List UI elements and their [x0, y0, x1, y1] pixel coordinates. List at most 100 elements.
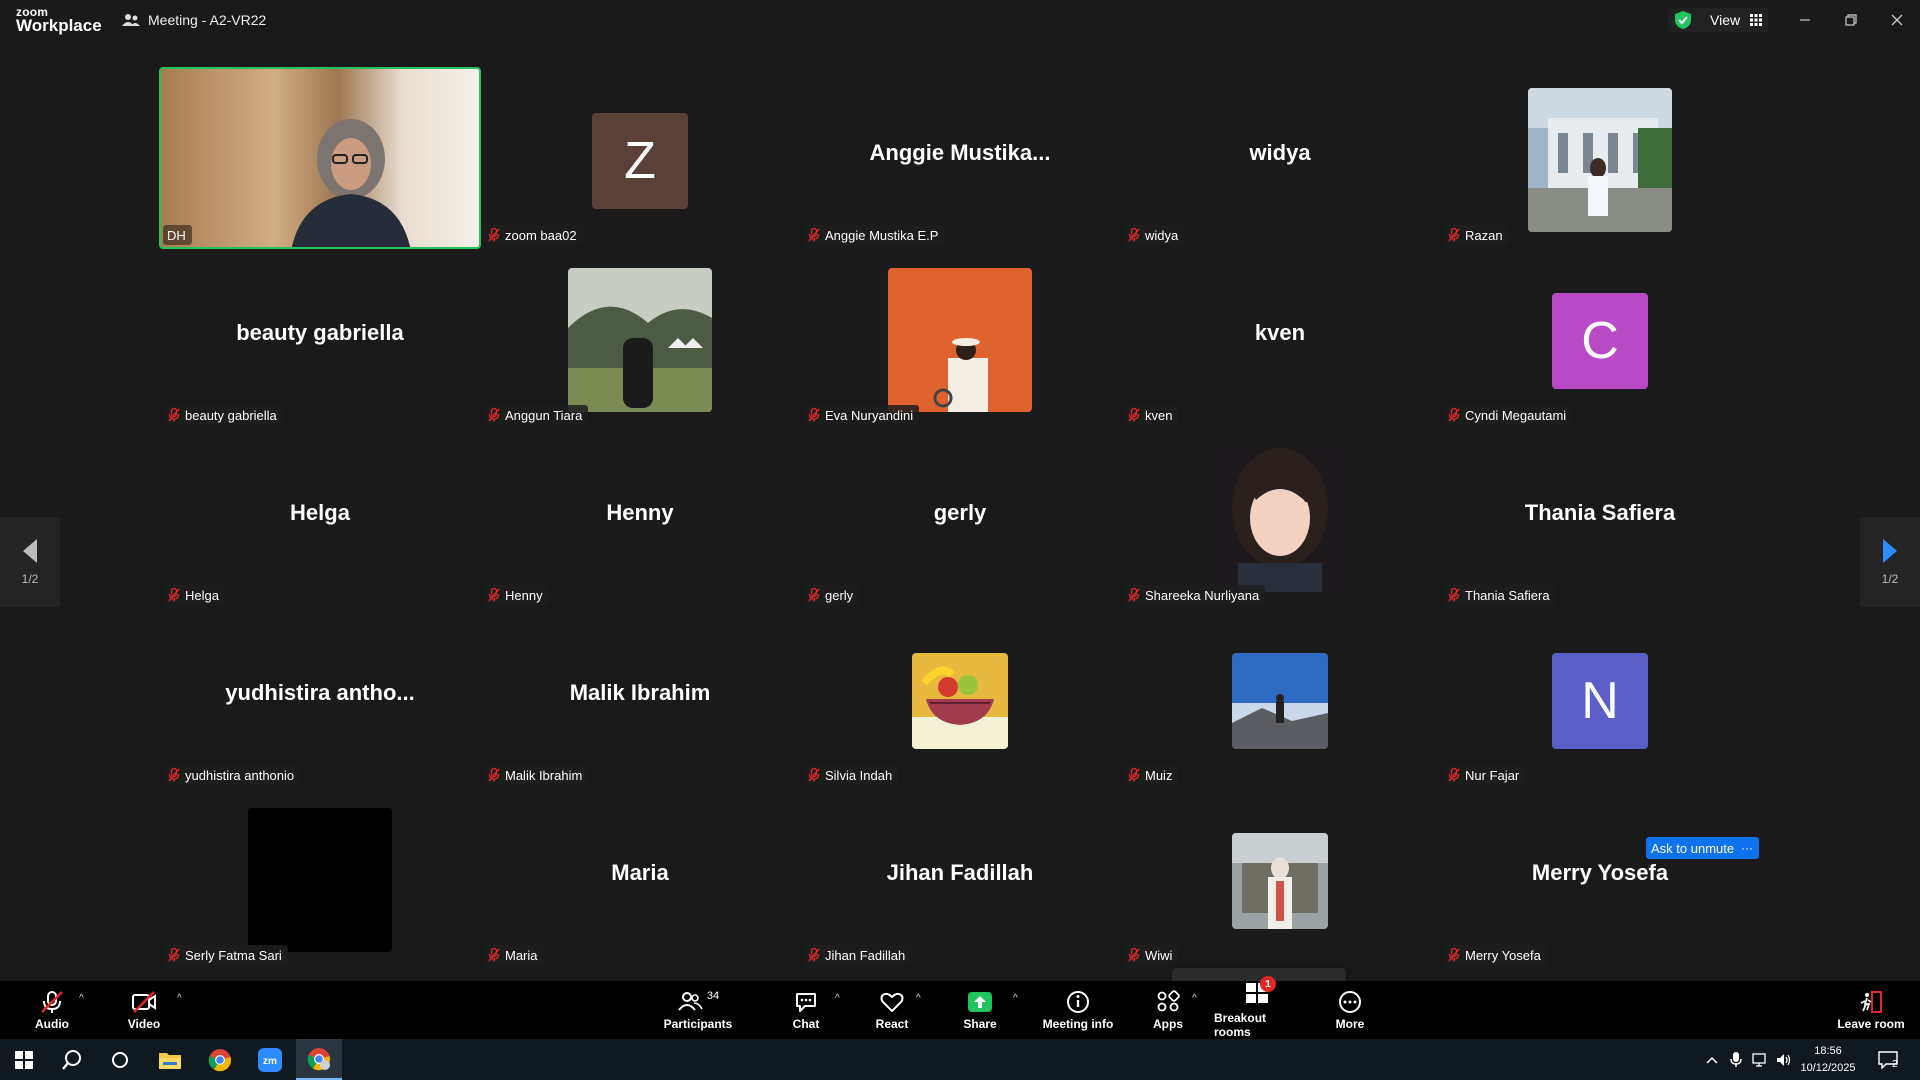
- participant-name-label: Muiz: [1124, 765, 1179, 785]
- participant-tile[interactable]: Zzoom baa02: [480, 68, 800, 248]
- more-button[interactable]: More: [1330, 981, 1370, 1039]
- participant-tile[interactable]: Henny Henny: [480, 428, 800, 608]
- file-explorer-button[interactable]: [146, 1039, 194, 1080]
- mic-muted-icon: [41, 990, 63, 1013]
- start-button[interactable]: [0, 1039, 48, 1080]
- participant-tile[interactable]: Helga Helga: [160, 428, 480, 608]
- mic-muted-icon: [808, 228, 820, 242]
- participant-tile[interactable]: Muiz: [1120, 608, 1440, 788]
- mic-muted-icon: [488, 948, 500, 962]
- share-options-caret[interactable]: ^: [1013, 993, 1018, 1004]
- participant-name: zoom baa02: [505, 227, 577, 243]
- mic-muted-icon: [168, 408, 180, 422]
- participant-tile[interactable]: Silvia Indah: [800, 608, 1120, 788]
- participant-name: beauty gabriella: [185, 407, 277, 423]
- zoom-app-icon: zm: [258, 1047, 282, 1072]
- participant-tile[interactable]: kven kven: [1120, 248, 1440, 428]
- participant-tile[interactable]: Wiwi: [1120, 788, 1440, 968]
- participant-name-label: Anggie Mustika E.P: [804, 225, 945, 245]
- minimize-icon: [1800, 19, 1810, 21]
- apps-options-caret[interactable]: ^: [1192, 993, 1197, 1004]
- participant-name-label: gerly: [804, 585, 860, 605]
- video-options-caret[interactable]: ^: [177, 993, 182, 1004]
- react-button[interactable]: React: [870, 981, 914, 1039]
- participant-name: Maria: [505, 947, 538, 963]
- cortana-button[interactable]: [96, 1039, 144, 1080]
- breakout-rooms-label: Breakout rooms: [1214, 1011, 1267, 1039]
- participant-tile[interactable]: Anggun Tiara: [480, 248, 800, 428]
- participant-name: Anggun Tiara: [505, 407, 583, 423]
- participant-tile[interactable]: Jihan Fadillah Jihan Fadillah: [800, 788, 1120, 968]
- participant-name-label: Maria: [484, 945, 544, 965]
- participant-tile[interactable]: Serly Fatma Sari: [160, 788, 480, 968]
- participant-display-name: Maria: [611, 860, 669, 885]
- participant-tile[interactable]: N Nur Fajar: [1440, 608, 1760, 788]
- clock-date: 10/12/2025: [1800, 1062, 1856, 1074]
- participant-tile[interactable]: widya widya: [1120, 68, 1440, 248]
- notifications-button[interactable]: 2: [1868, 1039, 1908, 1080]
- mic-muted-icon: [1128, 228, 1140, 242]
- mic-muted-icon: [1128, 588, 1140, 602]
- mic-muted-icon: [1128, 408, 1140, 422]
- participant-name: widya: [1145, 227, 1179, 243]
- previous-page-button[interactable]: 1/2: [0, 517, 60, 607]
- participant-tile[interactable]: C Cyndi Megautami: [1440, 248, 1760, 428]
- cortana-icon: [112, 1051, 128, 1068]
- tray-overflow-button[interactable]: [1700, 1039, 1724, 1080]
- meeting-title-text: Meeting - A2-VR22: [148, 12, 267, 28]
- network-tray-button[interactable]: [1748, 1039, 1772, 1080]
- zoom-app-button[interactable]: zm: [246, 1039, 294, 1080]
- profile-picture: [912, 653, 1008, 749]
- breakout-rooms-badge: 1: [1260, 976, 1276, 992]
- audio-button[interactable]: Audio: [30, 981, 74, 1039]
- participant-tile[interactable]: beauty gabriella beauty gabriella: [160, 248, 480, 428]
- participant-name: DH: [167, 227, 186, 243]
- participant-name: Wiwi: [1145, 947, 1173, 963]
- minimize-button[interactable]: [1790, 8, 1820, 32]
- participants-button[interactable]: 34 Participants: [660, 981, 736, 1039]
- participant-tile[interactable]: Thania Safiera Thania Safiera: [1440, 428, 1760, 608]
- participant-display-name: Merry Yosefa: [1531, 860, 1669, 885]
- chrome-button[interactable]: [196, 1039, 244, 1080]
- participant-tile[interactable]: Eva Nuryandini: [800, 248, 1120, 428]
- microphone-tray-button[interactable]: [1724, 1039, 1748, 1080]
- restore-icon: [1845, 14, 1857, 26]
- ask-to-unmute-button[interactable]: Ask to unmute: [1646, 837, 1740, 859]
- video-button[interactable]: Video: [122, 981, 166, 1039]
- participant-display-name: Helga: [290, 500, 350, 525]
- participant-tile[interactable]: Anggie Mustika... Anggie Mustika E.P: [800, 68, 1120, 248]
- share-button[interactable]: Share: [960, 981, 1000, 1039]
- meeting-info-button[interactable]: Meeting info: [1040, 981, 1116, 1039]
- zoom-logo: zoom Workplace: [16, 6, 102, 34]
- chevron-up-icon: [1706, 1056, 1718, 1064]
- close-button[interactable]: [1882, 8, 1912, 32]
- chrome-active-button[interactable]: [296, 1039, 342, 1080]
- breakout-rooms-button[interactable]: 1 Breakout rooms: [1214, 976, 1300, 1039]
- participant-tile[interactable]: DH: [159, 67, 481, 249]
- participant-tile[interactable]: gerly gerly: [800, 428, 1120, 608]
- participant-tile[interactable]: Maria Maria: [480, 788, 800, 968]
- mic-muted-icon: [808, 768, 820, 782]
- meeting-controls: Audio ^ Video ^ 34 Participants Chat ^ R…: [0, 976, 1920, 1039]
- leave-room-icon: [1860, 990, 1882, 1013]
- leave-room-button[interactable]: Leave room: [1836, 981, 1906, 1039]
- search-button[interactable]: [48, 1039, 96, 1080]
- view-button[interactable]: View: [1668, 8, 1768, 32]
- participant-tile[interactable]: Razan: [1440, 68, 1760, 248]
- chat-button[interactable]: Chat: [786, 981, 826, 1039]
- participant-tile[interactable]: Merry Yosefa Merry Yosefa: [1440, 788, 1760, 968]
- participant-tile[interactable]: Malik Ibrahim Malik Ibrahim: [480, 608, 800, 788]
- next-page-button[interactable]: 1/2: [1860, 517, 1920, 607]
- audio-options-caret[interactable]: ^: [79, 993, 84, 1004]
- meeting-title: Meeting - A2-VR22: [122, 12, 266, 28]
- participant-tile[interactable]: yudhistira antho... yudhistira anthonio: [160, 608, 480, 788]
- system-clock[interactable]: 18:56 10/12/2025: [1790, 1043, 1866, 1077]
- apps-button[interactable]: Apps: [1150, 981, 1186, 1039]
- chevron-left-icon: [23, 539, 37, 563]
- chat-options-caret[interactable]: ^: [835, 993, 840, 1004]
- participant-tile[interactable]: Shareeka Nurliyana: [1120, 428, 1440, 608]
- mic-muted-icon: [1448, 228, 1460, 242]
- tile-more-options-button[interactable]: ···: [1735, 837, 1759, 859]
- restore-button[interactable]: [1836, 8, 1866, 32]
- react-options-caret[interactable]: ^: [916, 993, 921, 1004]
